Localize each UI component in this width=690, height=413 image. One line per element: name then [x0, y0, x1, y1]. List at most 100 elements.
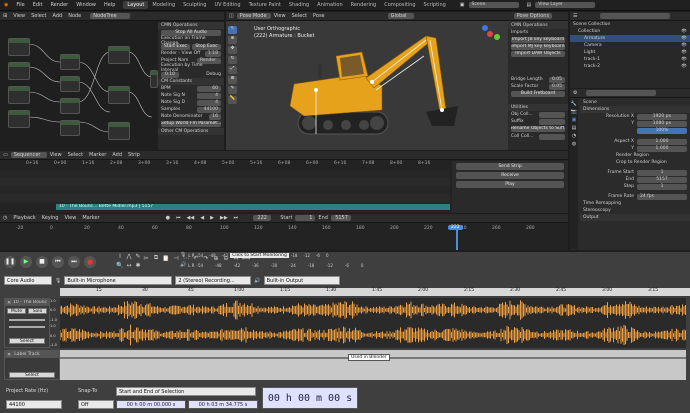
workspace-tab-modeling[interactable]: Modeling [148, 1, 179, 9]
cursor-tool-icon[interactable]: ⊕ [228, 36, 237, 44]
note-sig-n-field[interactable]: 4 [197, 92, 221, 99]
seq-menu-select[interactable]: Select [65, 152, 86, 158]
timeline-ruler[interactable]: -20 0 20 40 60 80 100 120 140 160 180 20… [0, 226, 568, 234]
node-menu-view[interactable]: View [10, 13, 28, 19]
play-button[interactable]: Play [456, 181, 564, 188]
label-track-area[interactable]: Used in Blender [60, 350, 686, 380]
seq-menu-marker[interactable]: Marker [86, 152, 109, 158]
world-tab-icon[interactable]: ◍ [572, 141, 576, 147]
workspace-tab-shading[interactable]: Shading [285, 1, 313, 9]
label-track-close-icon[interactable]: ✕ [7, 352, 11, 358]
playback-menu[interactable]: Playback [10, 215, 38, 221]
suffix-field[interactable] [539, 118, 565, 125]
outliner-row[interactable]: Light 👁 [570, 49, 690, 56]
crop-region-checkbox[interactable]: Crop to Render Region [616, 160, 667, 165]
scale-factor-field[interactable]: 0.05 [548, 83, 565, 90]
timeline-menu-view[interactable]: View [61, 215, 79, 221]
obj-coll-field[interactable] [539, 111, 565, 118]
next-key-icon[interactable]: ▶▶ [217, 215, 231, 221]
samples-field[interactable]: 44100 [197, 106, 221, 113]
multi-tool-icon[interactable]: ✱ [134, 261, 142, 269]
visibility-icon[interactable]: 👁 [681, 64, 687, 69]
sequencer-ruler[interactable]: 0+16 0+00 1+16 2+08 3+00 3+16 4+08 5+00 … [0, 161, 450, 169]
properties-search[interactable] [586, 90, 657, 96]
viewport-type-icon[interactable]: ◫ [226, 13, 237, 19]
node[interactable] [60, 54, 80, 70]
workspace-tab-uv-editing[interactable]: UV Editing [210, 1, 244, 9]
node[interactable] [60, 76, 80, 92]
outliner-row[interactable]: Camera 👁 [570, 42, 690, 49]
viewport-menu-view[interactable]: View [271, 13, 289, 19]
stop-exec-button[interactable]: Stop Exec [192, 44, 221, 50]
mode-selector[interactable]: Pose Mode [236, 13, 271, 19]
timeline-menu-marker[interactable]: Marker [79, 215, 102, 221]
seq-menu-strip[interactable]: Strip [125, 152, 143, 158]
bpm-field[interactable]: 60 [197, 85, 221, 92]
import-daw-objects-button[interactable]: Import DAW Objects [511, 51, 565, 57]
node[interactable] [8, 38, 30, 56]
excavator-model[interactable] [276, 30, 466, 148]
stop-button[interactable]: ■ [36, 256, 48, 268]
start-frame-field[interactable]: 1 [295, 215, 316, 221]
mute-button[interactable]: Mute [7, 308, 26, 314]
visibility-icon[interactable]: 👁 [681, 36, 687, 41]
setup-world-button[interactable]: Setup World Fm Paramet... [161, 121, 221, 127]
skip-start-button[interactable]: ⏮ [52, 256, 64, 268]
node-menu-select[interactable]: Select [28, 13, 49, 19]
outliner-item-light[interactable]: Light [584, 50, 595, 55]
outliner-row[interactable]: track-2 👁 [570, 63, 690, 70]
selection-end-field[interactable]: 00 h 03 m 34.775 s [188, 400, 258, 409]
workspace-tab-rendering[interactable]: Rendering [347, 1, 381, 9]
solo-button[interactable]: Solo [28, 308, 47, 314]
selection-mode-select[interactable]: Start and End of Selection [116, 387, 256, 396]
prev-key-icon[interactable]: ◀◀ [184, 215, 198, 221]
envelope-tool-icon[interactable]: ⋀ [125, 252, 133, 260]
pose-options-selector[interactable]: Pose Options [513, 13, 552, 19]
selection-tool-icon[interactable]: I [116, 252, 124, 260]
measure-tool-icon[interactable]: 📏 [228, 96, 237, 104]
cut-icon[interactable]: ✂ [142, 254, 150, 262]
dimensions-panel-header[interactable]: Dimensions [583, 107, 609, 112]
timeline-type-icon[interactable]: ◷ [0, 215, 10, 221]
outliner-row[interactable]: Scene Collection [570, 21, 690, 28]
node[interactable] [8, 110, 30, 128]
navigation-gizmo[interactable] [478, 24, 502, 44]
send-strip-button[interactable]: Send Strip [456, 163, 564, 170]
stereoscopy-panel[interactable]: Stereoscopy [583, 208, 611, 213]
bone-joint[interactable] [440, 108, 444, 112]
workspace-tab-texture-paint[interactable]: Texture Paint [245, 1, 285, 9]
node-tree-selector[interactable]: NodeTree [90, 13, 131, 19]
audio-host-select[interactable]: Core Audio [4, 276, 52, 285]
time-remapping-panel[interactable]: Time Remapping [583, 201, 621, 206]
resolution-y-field[interactable]: 1080 px [637, 120, 687, 127]
orientation-selector[interactable]: Global [387, 13, 414, 19]
visibility-icon[interactable]: 👁 [681, 57, 687, 62]
render-tab-icon[interactable]: 📷 [571, 109, 577, 115]
node-menu-node[interactable]: Node [65, 13, 84, 19]
play-reverse-icon[interactable]: ◀ [197, 215, 207, 221]
bridge-length-field[interactable]: 0.05 [548, 76, 565, 83]
project-rate-select[interactable]: 44100 [6, 400, 62, 409]
view-layer-tab-icon[interactable]: ▤ [572, 125, 577, 131]
visibility-icon[interactable]: 👁 [681, 43, 687, 48]
record-meter[interactable]: 🎙 L R -54 -48 -42 Click to Start Monitor… [180, 252, 329, 258]
rename-objects-button[interactable]: Rename Objects to Suff... [511, 126, 565, 132]
outliner-item-camera[interactable]: Camera [584, 43, 602, 48]
timeshift-tool-icon[interactable]: ↔ [125, 261, 133, 269]
scene-selector[interactable]: Scene [468, 2, 519, 8]
audio-position-display[interactable]: 00 h 00 m 00 s [262, 387, 358, 409]
editor-type-icon[interactable]: ⊞ [0, 13, 10, 19]
record-icon[interactable]: ● [163, 215, 173, 221]
node[interactable] [108, 122, 130, 140]
move-tool-icon[interactable]: ✥ [228, 46, 237, 54]
node[interactable] [150, 70, 158, 88]
snap-to-select[interactable]: Off [78, 400, 114, 409]
node[interactable] [8, 62, 30, 80]
workspace-tab-sculpting[interactable]: Sculpting [179, 1, 210, 9]
workspace-tab-scripting[interactable]: Scripting [420, 1, 450, 9]
time-interval-field[interactable]: 0.10 [161, 71, 179, 78]
workspace-tab-animation[interactable]: Animation [313, 1, 347, 9]
transform-tool-icon[interactable]: ⊞ [228, 76, 237, 84]
trim-icon[interactable]: ⊣ [172, 254, 180, 262]
outliner-row[interactable]: Collection 👁 [570, 28, 690, 35]
